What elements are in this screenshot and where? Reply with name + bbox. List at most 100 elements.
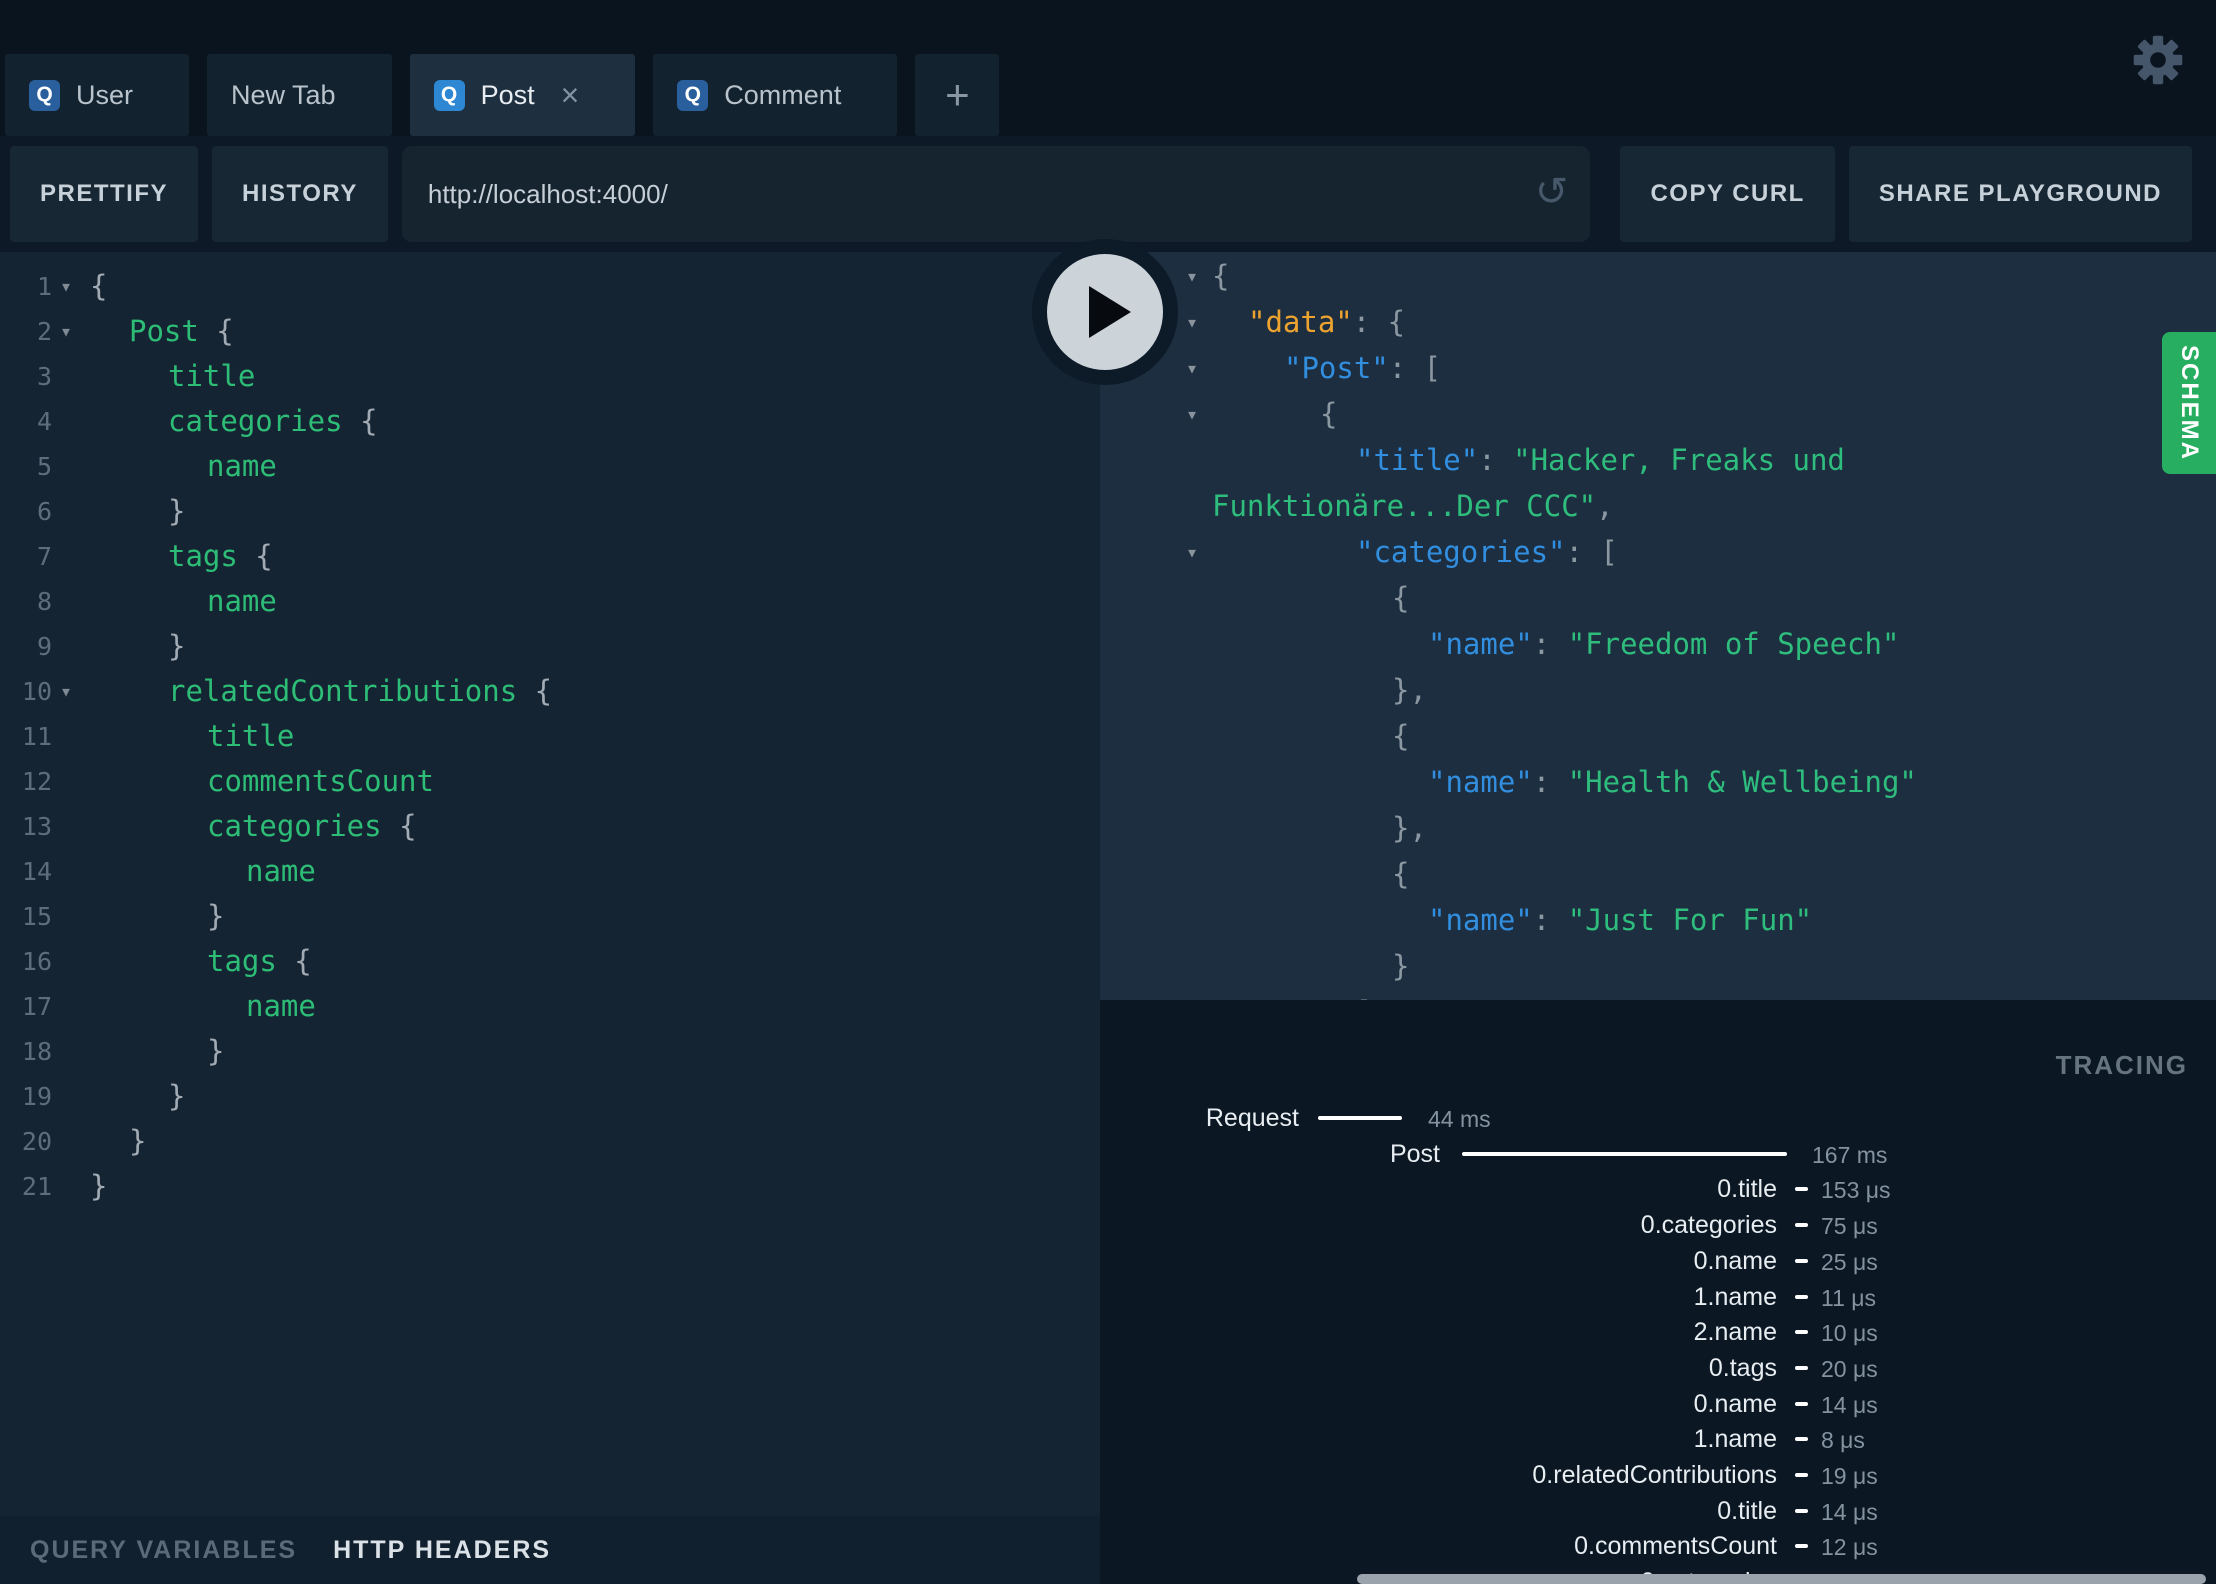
- response-row: ▾{: [1100, 253, 2216, 299]
- tracing-row: Post 167 ms: [1100, 1139, 2216, 1169]
- collapse-arrow-icon[interactable]: ▾: [1186, 299, 1198, 345]
- tracing-span-bar: [1795, 1366, 1808, 1370]
- tracing-row: 0.title 14 μs: [1100, 1496, 2216, 1526]
- code-token: {: [276, 944, 312, 978]
- code-token: }: [129, 1124, 147, 1158]
- tracing-row: 0.title 153 μs: [1100, 1174, 2216, 1204]
- code-token: {: [237, 539, 273, 573]
- json-token: "Just For Fun": [1567, 903, 1813, 937]
- json-token: "categories": [1356, 535, 1566, 569]
- tracing-span-label: 0.commentsCount: [1574, 1532, 1777, 1560]
- line-number: 12: [21, 767, 52, 796]
- json-token: Funktionäre...Der CCC": [1212, 489, 1597, 523]
- plus-icon: +: [945, 71, 970, 118]
- json-token: "Freedom of Speech": [1567, 627, 1900, 661]
- fold-arrow-icon[interactable]: ▾: [60, 264, 86, 309]
- code-token: categories: [168, 404, 343, 438]
- tracing-span-bar: [1795, 1437, 1808, 1441]
- code-token: relatedContributions: [168, 674, 518, 708]
- query-code: 1 ▾{2 ▾ Post {3 title 4 categories {5 name 6} 7 ta…: [0, 252, 1100, 1209]
- tracing-span-bar: [1318, 1116, 1402, 1120]
- close-tab-icon[interactable]: ×: [561, 79, 580, 111]
- code-line: 20}: [0, 1119, 1100, 1164]
- response-viewer: ▾{▾ "data": {▾ "Post": [▾{"title": "Hacker…: [1100, 252, 2216, 1000]
- tracing-span-duration: 25 μs: [1821, 1249, 1878, 1275]
- json-token: : [: [1565, 535, 1618, 569]
- prettify-button[interactable]: PRETTIFY: [10, 146, 199, 242]
- line-number: 6: [36, 497, 52, 526]
- code-line: 15}: [0, 894, 1100, 939]
- settings-gear-icon[interactable]: [2132, 34, 2184, 86]
- tracing-row: 1.name 8 μs: [1100, 1424, 2216, 1454]
- new-tab-button[interactable]: +: [915, 54, 1000, 136]
- collapse-arrow-icon[interactable]: ▾: [1186, 253, 1198, 299]
- line-number: 5: [36, 452, 52, 481]
- json-token: :: [1478, 443, 1514, 477]
- json-token: "name": [1428, 903, 1533, 937]
- history-button[interactable]: HISTORY: [212, 146, 388, 242]
- tracing-span-bar: [1795, 1509, 1808, 1513]
- line-number: 4: [36, 407, 52, 436]
- tracing-row: 0.name 25 μs: [1100, 1246, 2216, 1276]
- tab-bar: Q User New Tab Q Post × Q Comment +: [0, 0, 2216, 136]
- code-token: name: [207, 584, 277, 618]
- tracing-span-bar: [1795, 1295, 1808, 1299]
- tab-label: Post: [480, 79, 535, 110]
- code-line: 21}: [0, 1164, 1100, 1209]
- tracing-span-label: 2.name: [1693, 1318, 1777, 1346]
- fold-arrow-icon[interactable]: ▾: [60, 309, 86, 354]
- json-token: {: [1212, 259, 1230, 293]
- json-token: "Health & Wellbeing": [1567, 765, 1917, 799]
- tab-new-tab[interactable]: New Tab: [207, 54, 392, 136]
- schema-tab[interactable]: SCHEMA: [2162, 332, 2216, 474]
- code-token: }: [168, 629, 186, 663]
- tab-comment[interactable]: Q Comment: [653, 54, 898, 136]
- json-token: "Hacker, Freaks und: [1513, 443, 1845, 477]
- json-token: :: [1532, 627, 1568, 661]
- tracing-row: 0.relatedContributions 19 μs: [1100, 1460, 2216, 1490]
- code-token: name: [246, 989, 316, 1023]
- line-number: 7: [36, 542, 52, 571]
- json-token: :: [1532, 765, 1568, 799]
- tracing-span-label: 0.categories: [1640, 1211, 1777, 1239]
- collapse-arrow-icon[interactable]: ▾: [1186, 345, 1198, 391]
- share-playground-button[interactable]: SHARE PLAYGROUND: [1848, 146, 2192, 242]
- json-token: }: [1392, 949, 1410, 983]
- execute-button[interactable]: [1032, 239, 1178, 385]
- line-number: 14: [21, 857, 52, 886]
- http-headers-tab[interactable]: HTTP HEADERS: [333, 1536, 551, 1565]
- horizontal-scrollbar[interactable]: [1357, 1574, 2206, 1584]
- code-token: }: [168, 1079, 186, 1113]
- tracing-span-bar: [1795, 1473, 1808, 1477]
- line-number: 20: [21, 1127, 52, 1156]
- fold-arrow-icon[interactable]: ▾: [60, 669, 86, 714]
- code-line: 11 title: [0, 714, 1100, 759]
- response-row: },: [1100, 667, 2216, 713]
- tab-user[interactable]: Q User: [5, 54, 190, 136]
- tracing-span-label: 0.tags: [1708, 1354, 1777, 1382]
- endpoint-url-input[interactable]: [401, 146, 1591, 242]
- code-line: 12 commentsCount: [0, 759, 1100, 804]
- tab-post[interactable]: Q Post ×: [409, 54, 636, 136]
- collapse-arrow-icon[interactable]: ▾: [1186, 391, 1198, 437]
- code-line: 9}: [0, 624, 1100, 669]
- query-variables-tab[interactable]: QUERY VARIABLES: [30, 1536, 297, 1565]
- copy-curl-button[interactable]: COPY CURL: [1620, 146, 1835, 242]
- tracing-span-duration: 11 μs: [1821, 1285, 1877, 1311]
- query-badge: Q: [433, 79, 465, 111]
- tracing-span-duration: 14 μs: [1821, 1499, 1878, 1525]
- json-token: : {: [1352, 305, 1406, 339]
- schema-tab-label: SCHEMA: [2176, 344, 2204, 462]
- response-row: {: [1100, 575, 2216, 621]
- code-line: 7 tags {: [0, 534, 1100, 579]
- query-editor[interactable]: 1 ▾{2 ▾ Post {3 title 4 categories {5 name 6} 7 ta…: [0, 252, 1100, 1516]
- response-json: ▾{▾ "data": {▾ "Post": [▾{"title": "Hacker…: [1100, 252, 2216, 1000]
- json-token: {: [1392, 581, 1410, 615]
- collapse-arrow-icon[interactable]: ▾: [1186, 529, 1198, 575]
- reload-icon[interactable]: ↺: [1535, 169, 1569, 215]
- code-token: name: [246, 854, 316, 888]
- response-row: {: [1100, 851, 2216, 897]
- response-row: ▾ "Post": [: [1100, 345, 2216, 391]
- response-row: },: [1100, 805, 2216, 851]
- code-line: 8 name: [0, 579, 1100, 624]
